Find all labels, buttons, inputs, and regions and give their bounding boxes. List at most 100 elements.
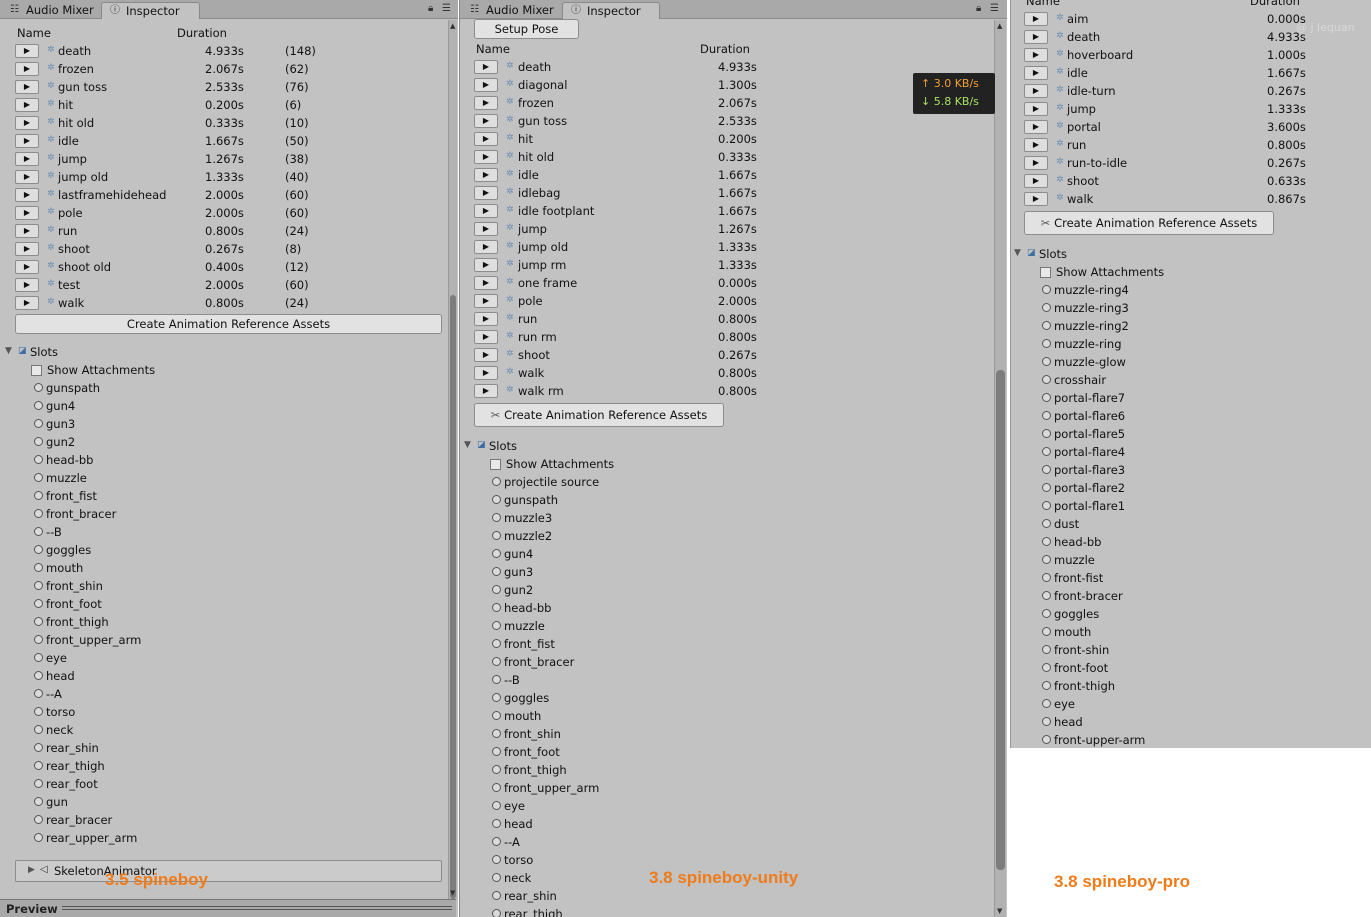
show-attachments-toggle[interactable]: Show Attachments bbox=[490, 457, 690, 473]
play-button[interactable]: ▶ bbox=[15, 80, 39, 94]
slot-item[interactable]: head bbox=[34, 668, 254, 686]
slot-item[interactable]: portal-flare6 bbox=[1042, 408, 1262, 426]
slot-item[interactable]: front_fist bbox=[34, 488, 254, 506]
create-animation-reference-assets-button[interactable]: Create Animation Reference Assets bbox=[15, 314, 442, 334]
show-attachments-checkbox[interactable] bbox=[31, 365, 42, 376]
slot-item[interactable]: front_bracer bbox=[492, 654, 712, 672]
tab-audio-mixer[interactable]: ☷ Audio Mixer bbox=[462, 2, 561, 19]
slot-item[interactable]: gun3 bbox=[34, 416, 254, 434]
slots-foldout[interactable]: ▼ ◪ Slots bbox=[464, 439, 664, 455]
slot-item[interactable]: dust bbox=[1042, 516, 1262, 534]
slot-item[interactable]: rear_thigh bbox=[492, 906, 712, 917]
slot-item[interactable]: muzzle-glow bbox=[1042, 354, 1262, 372]
slot-item[interactable]: muzzle bbox=[1042, 552, 1262, 570]
tab-inspector[interactable]: ⓘ Inspector bbox=[101, 2, 200, 19]
vertical-scrollbar[interactable]: ▲ ▼ bbox=[994, 20, 1006, 917]
play-button[interactable]: ▶ bbox=[15, 206, 39, 220]
play-button[interactable]: ▶ bbox=[15, 278, 39, 292]
play-button[interactable]: ▶ bbox=[474, 330, 498, 344]
slot-item[interactable]: front_upper_arm bbox=[34, 632, 254, 650]
slot-item[interactable]: muzzle2 bbox=[492, 528, 712, 546]
slot-item[interactable]: --B bbox=[492, 672, 712, 690]
slot-item[interactable]: gun4 bbox=[492, 546, 712, 564]
slot-item[interactable]: rear_bracer bbox=[34, 812, 254, 830]
create-animation-reference-assets-button[interactable]: ✂ Create Animation Reference Assets bbox=[1024, 211, 1274, 235]
slot-item[interactable]: mouth bbox=[34, 560, 254, 578]
create-animation-reference-assets-button[interactable]: ✂ Create Animation Reference Assets bbox=[474, 403, 724, 427]
play-button[interactable]: ▶ bbox=[15, 188, 39, 202]
vertical-scrollbar[interactable]: ▲ ▼ bbox=[448, 20, 457, 899]
slot-item[interactable]: projectile source bbox=[492, 474, 712, 492]
play-button[interactable]: ▶ bbox=[1024, 84, 1048, 98]
show-attachments-checkbox[interactable] bbox=[1040, 267, 1051, 278]
slot-item[interactable]: eye bbox=[492, 798, 712, 816]
play-button[interactable]: ▶ bbox=[474, 204, 498, 218]
play-button[interactable]: ▶ bbox=[474, 258, 498, 272]
slot-item[interactable]: front_shin bbox=[492, 726, 712, 744]
slot-item[interactable]: --B bbox=[34, 524, 254, 542]
lock-icon[interactable]: 🔒︎ bbox=[428, 3, 433, 14]
slot-item[interactable]: front_foot bbox=[492, 744, 712, 762]
play-button[interactable]: ▶ bbox=[1024, 120, 1048, 134]
slot-item[interactable]: muzzle-ring2 bbox=[1042, 318, 1262, 336]
play-button[interactable]: ▶ bbox=[1024, 30, 1048, 44]
slot-item[interactable]: rear_shin bbox=[492, 888, 712, 906]
play-button[interactable]: ▶ bbox=[15, 98, 39, 112]
slot-item[interactable]: portal-flare3 bbox=[1042, 462, 1262, 480]
play-button[interactable]: ▶ bbox=[474, 366, 498, 380]
play-button[interactable]: ▶ bbox=[474, 312, 498, 326]
play-button[interactable]: ▶ bbox=[15, 296, 39, 310]
play-button[interactable]: ▶ bbox=[1024, 48, 1048, 62]
slot-item[interactable]: muzzle-ring3 bbox=[1042, 300, 1262, 318]
tab-inspector[interactable]: ⓘ Inspector bbox=[562, 2, 660, 19]
play-button[interactable]: ▶ bbox=[474, 348, 498, 362]
slot-item[interactable]: head-bb bbox=[1042, 534, 1262, 552]
play-button[interactable]: ▶ bbox=[15, 242, 39, 256]
play-button[interactable]: ▶ bbox=[15, 170, 39, 184]
slot-item[interactable]: rear_shin bbox=[34, 740, 254, 758]
play-button[interactable]: ▶ bbox=[474, 240, 498, 254]
scroll-up-icon[interactable]: ▲ bbox=[997, 22, 1002, 30]
slot-item[interactable]: mouth bbox=[492, 708, 712, 726]
slot-item[interactable]: portal-flare5 bbox=[1042, 426, 1262, 444]
slot-item[interactable]: front_shin bbox=[34, 578, 254, 596]
slot-item[interactable]: gun2 bbox=[34, 434, 254, 452]
slot-item[interactable]: --A bbox=[34, 686, 254, 704]
play-button[interactable]: ▶ bbox=[1024, 66, 1048, 80]
play-button[interactable]: ▶ bbox=[1024, 12, 1048, 26]
play-button[interactable]: ▶ bbox=[1024, 156, 1048, 170]
slot-item[interactable]: neck bbox=[34, 722, 254, 740]
setup-pose-button[interactable]: Setup Pose bbox=[474, 19, 579, 39]
slot-item[interactable]: front-shin bbox=[1042, 642, 1262, 660]
slot-item[interactable]: goggles bbox=[492, 690, 712, 708]
scroll-up-icon[interactable]: ▲ bbox=[450, 22, 455, 30]
tab-menu-icon[interactable]: ☰ bbox=[990, 3, 999, 14]
play-button[interactable]: ▶ bbox=[15, 44, 39, 58]
slot-item[interactable]: gun4 bbox=[34, 398, 254, 416]
slot-item[interactable]: rear_upper_arm bbox=[34, 830, 254, 848]
play-button[interactable]: ▶ bbox=[474, 96, 498, 110]
slot-item[interactable]: muzzle-ring4 bbox=[1042, 282, 1262, 300]
slot-item[interactable]: front_bracer bbox=[34, 506, 254, 524]
slot-item[interactable]: head-bb bbox=[34, 452, 254, 470]
play-button[interactable]: ▶ bbox=[474, 78, 498, 92]
tab-menu-icon[interactable]: ☰ bbox=[442, 3, 451, 14]
show-attachments-toggle[interactable]: Show Attachments bbox=[31, 363, 231, 379]
resize-grip[interactable] bbox=[62, 906, 452, 910]
play-button[interactable]: ▶ bbox=[474, 114, 498, 128]
play-button[interactable]: ▶ bbox=[474, 384, 498, 398]
play-button[interactable]: ▶ bbox=[15, 134, 39, 148]
slot-item[interactable]: front_thigh bbox=[492, 762, 712, 780]
slot-item[interactable]: goggles bbox=[1042, 606, 1262, 624]
slot-item[interactable]: gunspath bbox=[34, 380, 254, 398]
slot-item[interactable]: gun3 bbox=[492, 564, 712, 582]
play-button[interactable]: ▶ bbox=[1024, 192, 1048, 206]
skeleton-animator-component[interactable]: ▶ ◁ SkeletonAnimator bbox=[15, 860, 442, 882]
scrollbar-thumb[interactable] bbox=[996, 370, 1005, 870]
slot-item[interactable]: crosshair bbox=[1042, 372, 1262, 390]
slot-item[interactable]: front_foot bbox=[34, 596, 254, 614]
slot-item[interactable]: front-foot bbox=[1042, 660, 1262, 678]
play-button[interactable]: ▶ bbox=[1024, 138, 1048, 152]
slot-item[interactable]: muzzle bbox=[34, 470, 254, 488]
slot-item[interactable]: front_thigh bbox=[34, 614, 254, 632]
